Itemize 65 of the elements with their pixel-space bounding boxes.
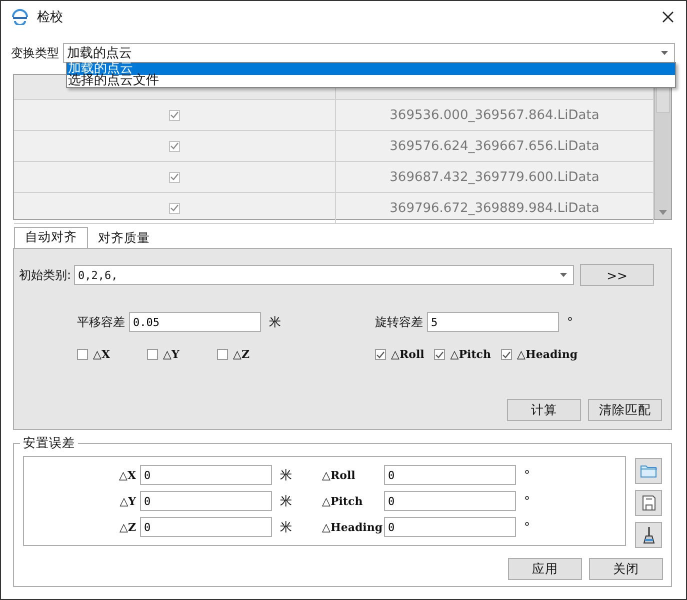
- logo-icon: [11, 9, 29, 25]
- field-label: △X: [118, 468, 136, 482]
- unit-label: °: [524, 468, 530, 482]
- caret-icon: [560, 273, 568, 277]
- input-field[interactable]: 0.05: [129, 312, 261, 332]
- transform-type-dropdown[interactable]: 加载的点云: [63, 43, 675, 63]
- unit-label: °: [567, 315, 573, 329]
- input-field[interactable]: 0: [384, 517, 516, 537]
- tab[interactable]: 对齐质量: [88, 229, 160, 248]
- caret-icon: [661, 51, 668, 55]
- expand-button[interactable]: >>: [580, 264, 654, 286]
- unit-label: 米: [280, 492, 292, 510]
- input-field[interactable]: 0: [140, 491, 272, 511]
- action-button[interactable]: 关闭: [589, 558, 663, 580]
- scroll-down-icon[interactable]: [659, 210, 667, 215]
- input-field[interactable]: 0: [140, 517, 272, 537]
- field-label: △Heading: [322, 520, 380, 534]
- action-button[interactable]: 计算: [507, 399, 581, 421]
- unit-label: °: [524, 494, 530, 508]
- action-button[interactable]: 应用: [508, 558, 582, 580]
- checkbox[interactable]: [500, 349, 512, 360]
- dropdown-option[interactable]: 选择的点云文件: [67, 75, 675, 87]
- checkbox[interactable]: [217, 349, 228, 360]
- unit-label: °: [524, 520, 530, 534]
- tab[interactable]: 自动对齐: [14, 227, 88, 248]
- field-label: 变换类型: [11, 44, 59, 62]
- open-folder-button[interactable]: [635, 458, 662, 484]
- folder-icon: [640, 464, 658, 478]
- checkbox[interactable]: [169, 202, 180, 214]
- checkbox[interactable]: [147, 349, 158, 360]
- checkbox[interactable]: [434, 349, 446, 360]
- checkbox[interactable]: [77, 349, 88, 360]
- checkbox-label: △Pitch: [450, 348, 491, 361]
- checkbox[interactable]: [169, 172, 180, 182]
- checkbox-label: △Y: [163, 348, 180, 361]
- input-field[interactable]: 0: [140, 465, 272, 485]
- field-label: 旋转容差: [375, 314, 423, 330]
- checkbox-label: △Roll: [391, 348, 424, 361]
- input-field[interactable]: 0: [384, 465, 516, 485]
- initial-class-dropdown[interactable]: 0,2,6,: [74, 265, 574, 285]
- unit-label: 米: [280, 466, 292, 484]
- field-label: △Y: [118, 494, 136, 508]
- unit-label: 米: [280, 518, 292, 536]
- field-label: △Roll: [322, 468, 356, 482]
- group-title: 安置误差: [20, 435, 78, 452]
- field-label: 平移容差: [77, 314, 125, 330]
- dropdown-option[interactable]: 加载的点云: [67, 63, 675, 75]
- checkbox[interactable]: [169, 140, 180, 152]
- checkbox-label: △X: [93, 348, 110, 361]
- action-button[interactable]: 清除匹配: [588, 399, 662, 421]
- field-label: 初始类别:: [19, 266, 72, 284]
- checkbox-label: △Heading: [516, 348, 578, 361]
- field-label: △Pitch: [322, 494, 364, 508]
- brush-button[interactable]: [635, 522, 662, 548]
- save-button[interactable]: [635, 490, 662, 516]
- checkbox-label: △Z: [233, 348, 250, 361]
- input-field[interactable]: 5: [427, 312, 559, 332]
- close-icon[interactable]: [662, 11, 674, 23]
- window-title: 检校: [37, 9, 64, 26]
- unit-label: 米: [269, 314, 281, 330]
- input-field[interactable]: 0: [384, 491, 516, 511]
- checkbox[interactable]: [375, 349, 386, 360]
- brush-icon: [642, 526, 654, 544]
- field-label: △Z: [118, 520, 136, 534]
- checkbox[interactable]: [169, 110, 180, 120]
